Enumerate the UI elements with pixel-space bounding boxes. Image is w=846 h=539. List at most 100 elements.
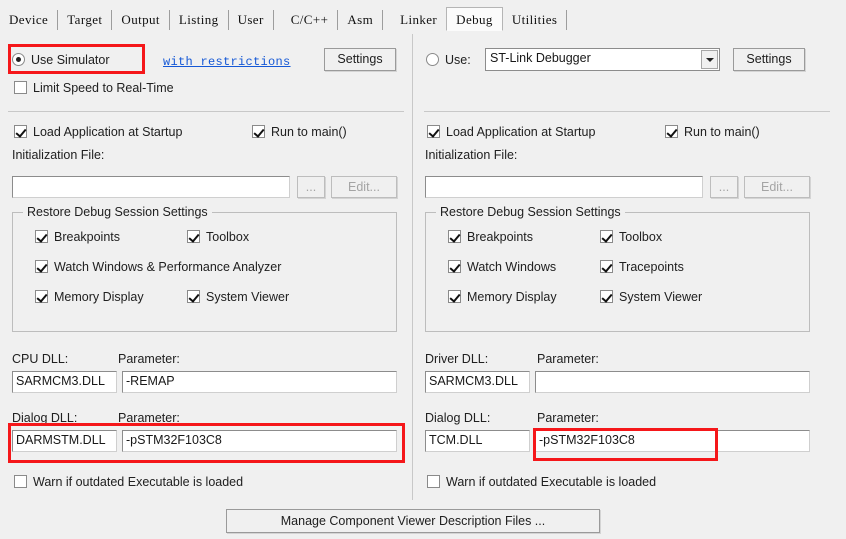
simulator-breakpoints-checkbox-box[interactable] [35,230,48,244]
debugger-breakpoints-checkbox[interactable]: Breakpoints [448,229,533,244]
debugger-memory-display-label: Memory Display [467,289,557,304]
debugger-dialog-dll-input[interactable]: TCM.DLL [425,430,530,452]
debugger-watch-windows-checkbox[interactable]: Watch Windows [448,259,556,274]
simulator-toolbox-checkbox-box[interactable] [187,230,200,244]
simulator-restore-group: Restore Debug Session Settings Breakpoin… [12,205,397,332]
simulator-breakpoints-checkbox[interactable]: Breakpoints [35,229,120,244]
tab-asm[interactable]: Asm [338,10,384,30]
debug-options-body: Use Simulator with restrictions Settings… [0,30,846,539]
debugger-memory-display-checkbox[interactable]: Memory Display [448,289,557,304]
debugger-system-viewer-checkbox-box[interactable] [600,290,613,304]
limit-speed-checkbox-box[interactable] [14,81,27,95]
simulator-system-viewer-label: System Viewer [206,289,290,304]
debugger-toolbox-checkbox[interactable]: Toolbox [600,229,662,244]
simulator-system-viewer-checkbox-box[interactable] [187,290,200,304]
simulator-watch-windows-checkbox-box[interactable] [35,260,48,274]
simulator-load-app-checkbox-box[interactable] [14,125,27,139]
cpu-dll-label: CPU DLL: [12,352,69,366]
debugger-pane: Use: ST-Link Debugger Settings Load Appl… [413,30,846,500]
debugger-toolbox-checkbox-box[interactable] [600,230,613,244]
simulator-init-file-label: Initialization File: [12,148,105,162]
debugger-memory-display-checkbox-box[interactable] [448,290,461,304]
tab-debug[interactable]: Debug [446,7,503,31]
debugger-toolbox-label: Toolbox [619,229,663,244]
simulator-memory-display-label: Memory Display [54,289,144,304]
tab-device[interactable]: Device [0,10,59,30]
debugger-init-file-label: Initialization File: [425,148,518,162]
tab-utilities[interactable]: Utilities [502,10,568,30]
debugger-run-to-main-checkbox-box[interactable] [665,125,678,139]
tab-output[interactable]: Output [112,10,170,30]
simulator-warn-outdated-checkbox-box[interactable] [14,475,27,489]
debugger-tracepoints-label: Tracepoints [619,259,684,274]
debugger-system-viewer-checkbox[interactable]: System Viewer [600,289,702,304]
debugger-watch-windows-checkbox-box[interactable] [448,260,461,274]
simulator-watch-windows-checkbox[interactable]: Watch Windows & Performance Analyzer [35,259,281,274]
simulator-watch-windows-label: Watch Windows & Performance Analyzer [54,259,282,274]
cpu-dll-input[interactable]: SARMCM3.DLL [12,371,117,393]
use-debugger-radio[interactable]: Use: [426,52,471,67]
tab-c-cpp[interactable]: C/C++ [281,10,339,30]
simulator-memory-display-checkbox[interactable]: Memory Display [35,289,144,304]
driver-dll-label: Driver DLL: [425,352,489,366]
use-simulator-radio[interactable]: Use Simulator [12,52,110,67]
simulator-toolbox-checkbox[interactable]: Toolbox [187,229,249,244]
driver-parameter-label: Parameter: [537,352,599,366]
tab-listing[interactable]: Listing [169,10,229,30]
simulator-init-file-input[interactable] [12,176,290,198]
debugger-driver-select[interactable]: ST-Link Debugger [485,48,720,71]
debugger-dialog-dll-label: Dialog DLL: [425,411,491,425]
manage-component-viewer-button[interactable]: Manage Component Viewer Description File… [226,509,600,533]
debugger-edit-button[interactable]: Edit... [744,176,810,198]
debugger-load-app-checkbox[interactable]: Load Application at Startup [427,124,595,139]
tab-user[interactable]: User [228,10,274,30]
simulator-warn-outdated-checkbox[interactable]: Warn if outdated Executable is loaded [14,474,243,489]
simulator-dialog-parameter-label: Parameter: [118,411,180,425]
debugger-breakpoints-label: Breakpoints [467,229,534,244]
debugger-settings-button[interactable]: Settings [733,48,805,71]
simulator-run-to-main-checkbox-box[interactable] [252,125,265,139]
debugger-system-viewer-label: System Viewer [619,289,703,304]
debugger-load-app-checkbox-box[interactable] [427,125,440,139]
simulator-memory-display-checkbox-box[interactable] [35,290,48,304]
use-simulator-label: Use Simulator [31,52,110,67]
options-tab-strip: Device Target Output Listing User C/C++ … [0,0,846,31]
tab-linker[interactable]: Linker [391,10,447,30]
debugger-warn-outdated-checkbox-box[interactable] [427,475,440,489]
simulator-system-viewer-checkbox[interactable]: System Viewer [187,289,289,304]
simulator-dialog-parameter-input[interactable]: -pSTM32F103C8 [122,430,397,452]
debugger-browse-button[interactable]: ... [710,176,738,198]
simulator-load-app-label: Load Application at Startup [33,124,183,139]
driver-parameter-input[interactable] [535,371,810,393]
with-restrictions-link[interactable]: with restrictions [163,54,291,69]
simulator-browse-button[interactable]: ... [297,176,325,198]
simulator-run-to-main-checkbox[interactable]: Run to main() [252,124,347,139]
chevron-down-icon[interactable] [701,50,718,69]
use-debugger-radio-dot[interactable] [426,53,439,67]
with-restrictions-link-text[interactable]: with restrictions [163,55,291,69]
debugger-warn-outdated-checkbox[interactable]: Warn if outdated Executable is loaded [427,474,656,489]
debugger-tracepoints-checkbox[interactable]: Tracepoints [600,259,684,274]
debugger-restore-group-title: Restore Debug Session Settings [436,205,625,219]
debugger-init-file-input[interactable] [425,176,703,198]
cpu-parameter-label: Parameter: [118,352,180,366]
debugger-tracepoints-checkbox-box[interactable] [600,260,613,274]
simulator-load-app-checkbox[interactable]: Load Application at Startup [14,124,182,139]
simulator-edit-button[interactable]: Edit... [331,176,397,198]
simulator-settings-button[interactable]: Settings [324,48,396,71]
tab-target[interactable]: Target [58,10,113,30]
tab-list: Device Target Output Listing User C/C++ … [0,7,568,31]
simulator-dialog-dll-input[interactable]: DARMSTM.DLL [12,430,117,452]
debugger-breakpoints-checkbox-box[interactable] [448,230,461,244]
debugger-run-to-main-label: Run to main() [684,124,760,139]
use-simulator-radio-dot[interactable] [12,53,25,67]
debugger-dialog-parameter-input[interactable]: -pSTM32F103C8 [535,430,810,452]
debugger-run-to-main-checkbox[interactable]: Run to main() [665,124,760,139]
cpu-parameter-input[interactable]: -REMAP [122,371,397,393]
driver-dll-input[interactable]: SARMCM3.DLL [425,371,530,393]
limit-speed-label: Limit Speed to Real-Time [33,80,174,95]
limit-speed-checkbox[interactable]: Limit Speed to Real-Time [14,80,174,95]
use-debugger-label: Use: [445,52,471,67]
simulator-toolbox-label: Toolbox [206,229,250,244]
debugger-load-app-label: Load Application at Startup [446,124,596,139]
